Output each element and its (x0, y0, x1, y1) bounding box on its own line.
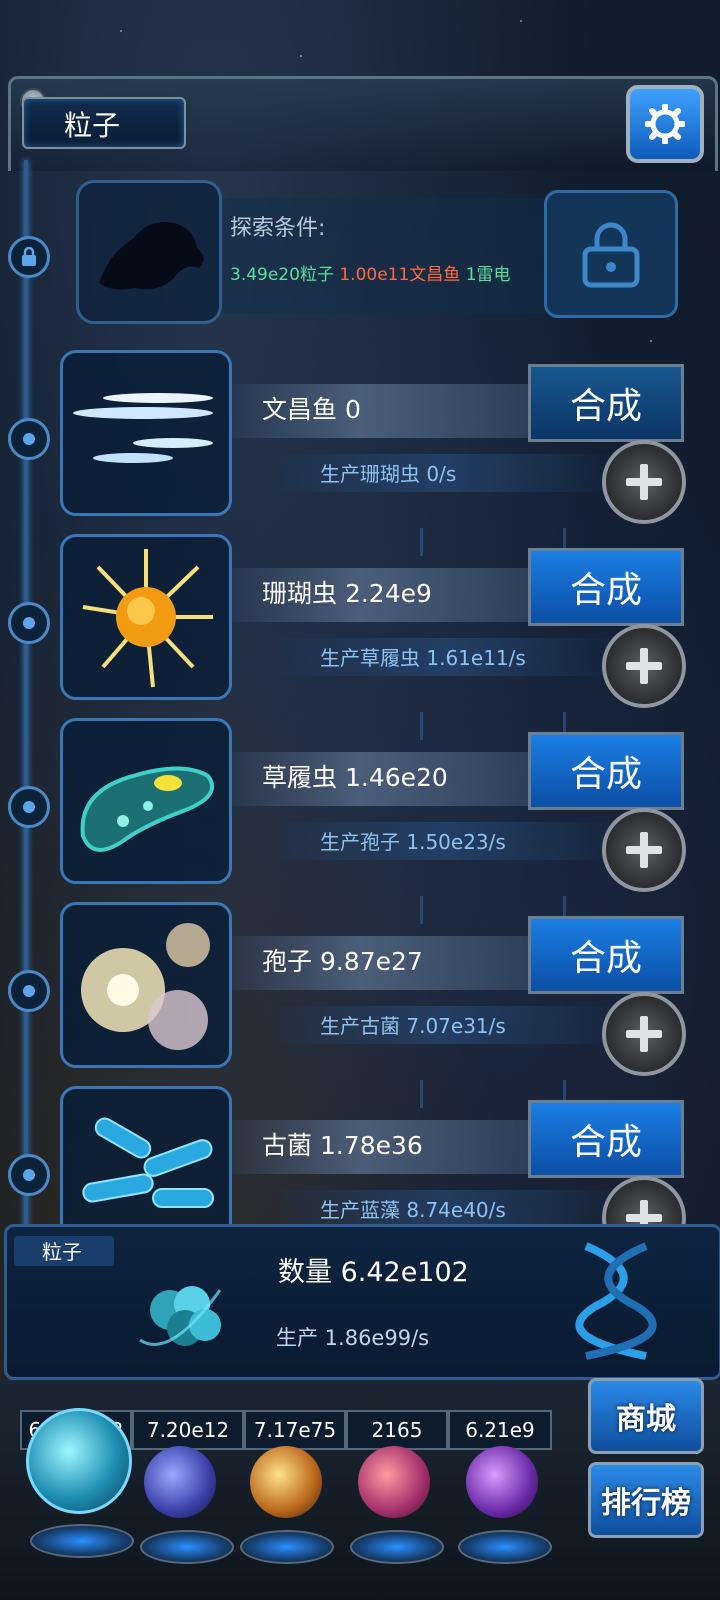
synthesize-button[interactable]: 合成 (528, 364, 684, 442)
locked-explore-button[interactable] (544, 190, 678, 318)
rail-node (8, 786, 50, 828)
synthesize-button[interactable]: 合成 (528, 1100, 684, 1178)
explore-requirements: 3.49e20粒子 1.00e11文昌鱼 1雷电 (230, 260, 511, 285)
gear-icon (645, 104, 685, 144)
locked-creature-thumbnail (76, 180, 222, 324)
creature-production: 生产草履虫 1.61e11/s (320, 646, 526, 670)
synthesize-button[interactable]: 合成 (528, 732, 684, 810)
resource-void: 6.21e9 (448, 1410, 552, 1450)
amphioxus-icon (73, 393, 213, 463)
orb-pedestal (458, 1530, 552, 1564)
resource-brain: 2165 (346, 1410, 448, 1450)
creature-name: 珊瑚虫 2.24e9 (262, 579, 432, 608)
page-title: 粒子 (64, 109, 121, 142)
rail-node (8, 602, 50, 644)
particle-count: 数量 6.42e102 (278, 1257, 469, 1288)
resource-fire: 7.17e75 (244, 1410, 346, 1450)
creature-production: 生产珊瑚虫 0/s (320, 462, 457, 486)
creature-row: 珊瑚虫 2.24e9 生产草履虫 1.61e11/s 合成 (60, 534, 700, 708)
creature-thumbnail (60, 718, 232, 884)
lock-icon (22, 247, 36, 266)
creature-name: 古菌 1.78e36 (262, 1131, 423, 1160)
particle-orb-button[interactable] (26, 1408, 132, 1514)
progress-rail (24, 160, 28, 1240)
synthesize-button[interactable]: 合成 (528, 548, 684, 626)
creature-thumbnail (60, 534, 232, 700)
creature-silhouette-icon (99, 222, 204, 290)
creature-name: 文昌鱼 0 (262, 395, 361, 424)
creature-row: 孢子 9.87e27 生产古菌 7.07e31/s 合成 (60, 902, 700, 1076)
info-tab-label: 粒子 (42, 1240, 82, 1264)
req-fish: 1.00e11文昌鱼 (339, 265, 461, 285)
add-button[interactable] (602, 440, 686, 524)
creature-name: 孢子 9.87e27 (262, 947, 423, 976)
creature-production: 生产蓝藻 8.74e40/s (320, 1198, 506, 1222)
req-thunder: 1雷电 (465, 265, 511, 285)
creature-production: 生产古菌 7.07e31/s (320, 1014, 506, 1038)
add-button[interactable] (602, 992, 686, 1076)
thunder-orb-button[interactable] (144, 1446, 216, 1518)
synthesize-button[interactable]: 合成 (528, 916, 684, 994)
settings-button[interactable] (626, 85, 704, 163)
creature-production: 生产孢子 1.50e23/s (320, 830, 506, 854)
orb-pedestal (240, 1530, 334, 1564)
rail-node (8, 1154, 50, 1196)
req-particles: 3.49e20粒子 (230, 265, 334, 285)
particle-cluster-icon (139, 1286, 222, 1346)
leaderboard-button[interactable]: 排行榜 (588, 1462, 704, 1538)
rail-node (8, 970, 50, 1012)
coral-polyp-icon (82, 549, 213, 688)
brain-orb-button[interactable] (358, 1446, 430, 1518)
lock-icon (582, 222, 640, 288)
spore-icon (81, 923, 210, 1050)
dna-icon (575, 1242, 657, 1360)
creature-thumbnail (60, 350, 232, 516)
orb-pedestal (350, 1530, 444, 1564)
locked-explore-row: 探索条件: 3.49e20粒子 1.00e11文昌鱼 1雷电 (76, 180, 678, 324)
add-button[interactable] (602, 624, 686, 708)
creature-row: 草履虫 1.46e20 生产孢子 1.50e23/s 合成 (60, 718, 700, 892)
orb-pedestal (140, 1530, 234, 1564)
explore-condition-label: 探索条件: (230, 216, 326, 241)
creature-row: 文昌鱼 0 生产珊瑚虫 0/s 合成 (60, 350, 700, 524)
orb-pedestal (30, 1524, 134, 1558)
creature-thumbnail (60, 902, 232, 1068)
particle-production: 生产 1.86e99/s (276, 1326, 430, 1350)
void-orb-button[interactable] (466, 1446, 538, 1518)
rail-node (8, 418, 50, 460)
shop-button[interactable]: 商城 (588, 1378, 704, 1454)
creature-name: 草履虫 1.46e20 (262, 763, 448, 792)
fire-orb-button[interactable] (250, 1446, 322, 1518)
paramecium-icon (80, 766, 215, 852)
resource-thunder: 7.20e12 (132, 1410, 244, 1450)
add-button[interactable] (602, 808, 686, 892)
rail-lock-node (8, 236, 50, 278)
